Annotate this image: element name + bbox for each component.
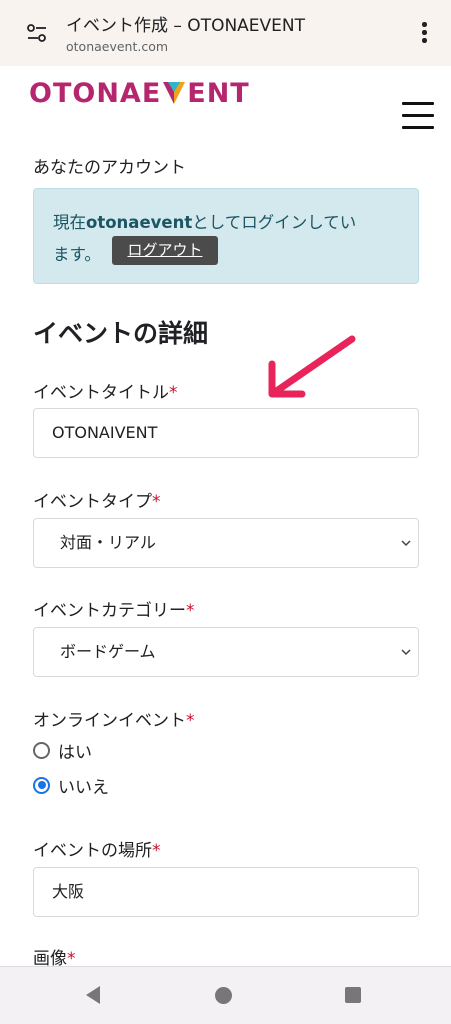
online-event-label-text: オンラインイベント <box>33 711 186 731</box>
required-mark: * <box>186 601 195 621</box>
tune-icon[interactable] <box>26 22 48 44</box>
required-mark: * <box>169 383 178 403</box>
logo-v-mark <box>163 82 186 104</box>
required-mark: * <box>152 492 161 512</box>
account-heading: あなたのアカウント <box>33 158 186 178</box>
event-location-label: イベントの場所* <box>33 836 161 861</box>
online-event-label: オンラインイベント* <box>33 706 195 731</box>
event-category-label: イベントカテゴリー* <box>33 596 195 621</box>
url-text[interactable]: otonaevent.com <box>66 39 168 54</box>
event-title-input[interactable]: OTONAIVENT <box>33 408 419 458</box>
required-mark: * <box>186 711 195 731</box>
login-suffix: としてログインしてい <box>192 213 357 232</box>
hamburger-menu-icon[interactable] <box>402 100 434 132</box>
online-yes-option[interactable]: はい <box>33 738 92 763</box>
login-status-box: 現在otonaeventとしてログインしてい ます。 <box>33 188 419 284</box>
logout-button[interactable]: ログアウト <box>112 236 218 265</box>
login-username: otonaevent <box>86 213 193 232</box>
login-status-line2: ます。 <box>53 245 101 264</box>
logo-text-left: OTONAE <box>29 77 162 109</box>
event-title-label-text: イベントタイトル <box>33 383 169 403</box>
event-location-input[interactable]: 大阪 <box>33 867 419 917</box>
site-logo[interactable]: OTONAE ENT <box>29 76 250 110</box>
system-nav-bar <box>0 966 451 1024</box>
page-title: イベント作成 – OTONAEVENT <box>66 16 306 36</box>
more-vert-icon[interactable] <box>414 20 434 46</box>
event-type-label: イベントタイプ* <box>33 487 161 512</box>
nav-home-icon[interactable] <box>215 987 232 1004</box>
event-category-label-text: イベントカテゴリー <box>33 601 186 621</box>
nav-back-icon[interactable] <box>84 985 102 1005</box>
event-category-select[interactable]: ボードゲーム <box>33 627 419 677</box>
logo-text-right: ENT <box>187 77 250 109</box>
event-location-label-text: イベントの場所 <box>33 841 152 861</box>
event-category-selected: ボードゲーム <box>60 642 156 661</box>
event-type-select[interactable]: 対面・リアル <box>33 518 419 568</box>
chevron-down-icon <box>401 649 411 656</box>
event-details-heading: イベントの詳細 <box>33 319 209 348</box>
event-type-selected: 対面・リアル <box>60 533 156 552</box>
online-yes-radio[interactable] <box>33 741 50 759</box>
login-prefix: 現在 <box>53 213 86 232</box>
online-yes-label: はい <box>58 742 92 763</box>
login-status-line1: 現在otonaeventとしてログインしてい <box>53 209 356 233</box>
event-title-label: イベントタイトル* <box>33 378 178 403</box>
nav-recent-icon[interactable] <box>345 987 361 1003</box>
chevron-down-icon <box>401 540 411 547</box>
event-type-label-text: イベントタイプ <box>33 492 152 512</box>
online-no-option[interactable]: いいえ <box>33 773 109 798</box>
online-no-radio[interactable] <box>33 776 50 794</box>
browser-toolbar: イベント作成 – OTONAEVENT otonaevent.com <box>0 0 451 66</box>
annotation-arrow-icon <box>268 335 356 398</box>
online-no-label: いいえ <box>58 777 109 798</box>
required-mark: * <box>152 841 161 861</box>
